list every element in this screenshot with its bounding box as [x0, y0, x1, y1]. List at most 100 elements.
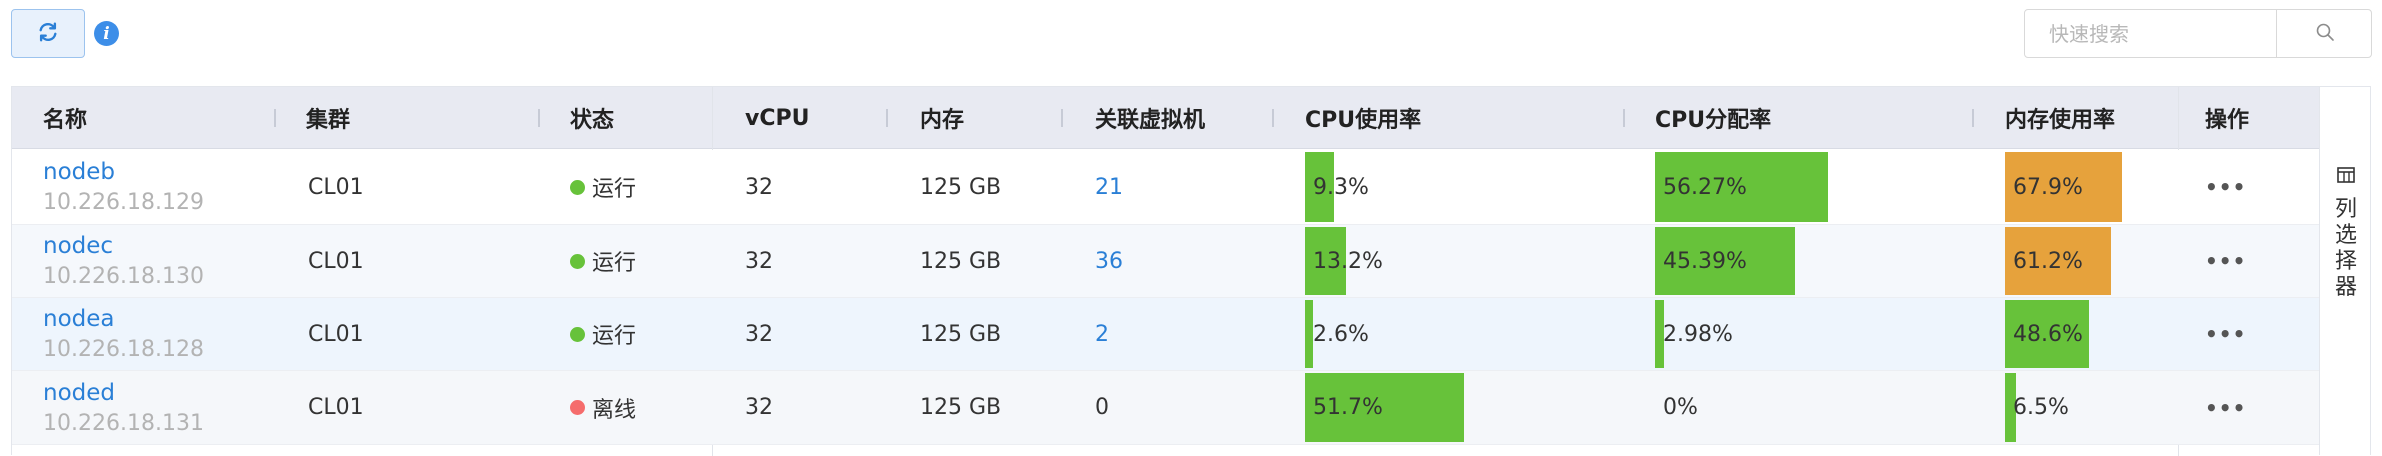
vcpu-cell: 32 — [745, 395, 773, 420]
host-ip: 10.226.18.128 — [43, 337, 204, 362]
column-resizer[interactable] — [1972, 109, 1974, 127]
cpu-usage-label: 9.3% — [1313, 174, 1369, 200]
host-ip: 10.226.18.129 — [43, 190, 204, 215]
host-ip: 10.226.18.130 — [43, 264, 204, 289]
column-header-memory-usage[interactable]: 内存使用率 — [2005, 87, 2115, 149]
cluster-cell: CL01 — [308, 321, 364, 347]
host-name-link[interactable]: noded — [43, 377, 115, 409]
status-label: 运行 — [592, 324, 637, 349]
column-header-cpu-usage[interactable]: CPU使用率 — [1305, 87, 1421, 149]
column-resizer[interactable] — [274, 109, 276, 127]
cpu-allocation-label: 0% — [1663, 395, 1698, 420]
memory-usage-label: 6.5% — [2013, 395, 2069, 420]
memory-cell: 125 GB — [920, 321, 1002, 347]
cpu-allocation-label: 56.27% — [1663, 174, 1747, 200]
column-selector-label: 列选择器 — [2334, 197, 2357, 300]
table-row[interactable]: nodec 10.226.18.130 CL01 运行 32 125 GB 36… — [12, 225, 2320, 298]
linked-vms-count[interactable]: 2 — [1095, 298, 1109, 370]
table-header: 名称 集群 状态 vCPU 内存 关联虚拟机 CPU使用率 CPU分配率 内存使… — [12, 87, 2320, 149]
memory-cell: 125 GB — [920, 395, 1002, 420]
memory-usage-cell: 67.9% — [2005, 150, 2178, 224]
search-button[interactable] — [2276, 10, 2372, 57]
cluster-cell: CL01 — [308, 248, 364, 274]
column-header-cpu-allocation[interactable]: CPU分配率 — [1655, 87, 1771, 149]
table-row[interactable]: nodeb 10.226.18.129 CL01 运行 32 125 GB 21… — [12, 150, 2320, 225]
linked-vms-count[interactable]: 21 — [1095, 150, 1123, 224]
more-actions-icon[interactable]: ••• — [2205, 225, 2246, 297]
memory-usage-cell: 61.2% — [2005, 225, 2178, 297]
cpu-allocation-label: 45.39% — [1663, 248, 1747, 274]
status-dot — [570, 400, 585, 415]
host-name-cell: nodeb 10.226.18.129 — [43, 150, 204, 224]
column-header-name[interactable]: 名称 — [43, 87, 87, 149]
column-header-cluster[interactable]: 集群 — [306, 87, 350, 149]
column-resizer[interactable] — [1272, 109, 1274, 127]
status-label: 运行 — [592, 251, 637, 276]
status-dot — [570, 326, 585, 342]
search-input[interactable] — [2025, 10, 2275, 57]
refresh-icon — [37, 21, 59, 47]
cluster-cell: CL01 — [308, 174, 364, 200]
cpu-usage-label: 2.6% — [1313, 321, 1369, 347]
refresh-button[interactable] — [11, 9, 85, 58]
host-name-link[interactable]: nodec — [43, 230, 113, 262]
column-selector[interactable]: 列选择器 — [2319, 86, 2371, 455]
status-cell: 运行 — [570, 150, 636, 224]
vcpu-cell: 32 — [745, 174, 773, 200]
column-resizer[interactable] — [1623, 109, 1625, 127]
linked-vms-count: 0 — [1095, 395, 1109, 420]
cpu-usage-bar — [1305, 300, 1313, 368]
cpu-usage-cell: 13.2% — [1305, 225, 1613, 297]
status-label: 离线 — [592, 397, 637, 423]
cpu-usage-label: 51.7% — [1313, 395, 1383, 420]
memory-usage-label: 67.9% — [2013, 174, 2083, 200]
table-row[interactable]: noded 10.226.18.131 CL01 离线 32 125 GB 0 … — [12, 371, 2320, 445]
memory-usage-label: 48.6% — [2013, 321, 2083, 347]
cluster-cell: CL01 — [308, 395, 364, 420]
table-row[interactable]: nodea 10.226.18.128 CL01 运行 32 125 GB 2 … — [12, 298, 2320, 371]
memory-usage-cell: 6.5% — [2005, 371, 2178, 444]
host-ip: 10.226.18.131 — [43, 410, 204, 436]
vcpu-cell: 32 — [745, 248, 773, 274]
toolbar: i — [0, 0, 2382, 80]
column-header-linked-vms[interactable]: 关联虚拟机 — [1095, 87, 1205, 149]
memory-cell: 125 GB — [920, 248, 1002, 274]
status-dot — [570, 253, 585, 269]
cpu-allocation-label: 2.98% — [1663, 321, 1733, 347]
column-resizer[interactable] — [886, 109, 888, 127]
column-header-memory[interactable]: 内存 — [920, 87, 964, 149]
host-name-cell: nodec 10.226.18.130 — [43, 225, 204, 297]
cpu-usage-cell: 9.3% — [1305, 150, 1613, 224]
host-name-cell: noded 10.226.18.131 — [43, 371, 204, 444]
more-actions-icon[interactable]: ••• — [2205, 371, 2246, 444]
memory-usage-cell: 48.6% — [2005, 298, 2178, 370]
columns-icon — [2337, 167, 2355, 187]
info-icon[interactable]: i — [94, 21, 119, 46]
cpu-usage-label: 13.2% — [1313, 248, 1383, 274]
search-icon — [2315, 22, 2335, 46]
column-header-actions: 操作 — [2205, 108, 2250, 133]
host-name-cell: nodea 10.226.18.128 — [43, 298, 204, 370]
host-name-link[interactable]: nodeb — [43, 156, 115, 188]
host-name-link[interactable]: nodea — [43, 303, 115, 335]
memory-usage-label: 61.2% — [2013, 248, 2083, 274]
status-cell: 运行 — [570, 225, 636, 297]
cpu-allocation-cell: 0% — [1655, 371, 1963, 444]
cpu-usage-cell: 51.7% — [1305, 371, 1613, 444]
vcpu-cell: 32 — [745, 321, 773, 347]
cpu-allocation-cell: 2.98% — [1655, 298, 1963, 370]
column-resizer[interactable] — [538, 109, 540, 127]
column-resizer[interactable] — [1061, 109, 1063, 127]
host-table: 名称 集群 状态 vCPU 内存 关联虚拟机 CPU使用率 CPU分配率 内存使… — [11, 86, 2320, 456]
column-header-status[interactable]: 状态 — [570, 87, 614, 149]
search-box — [2024, 9, 2372, 58]
cpu-allocation-cell: 45.39% — [1655, 225, 1963, 297]
linked-vms-count[interactable]: 36 — [1095, 225, 1123, 297]
status-cell: 离线 — [570, 371, 636, 444]
status-cell: 运行 — [570, 298, 636, 370]
status-label: 运行 — [592, 177, 637, 202]
more-actions-icon[interactable]: ••• — [2205, 298, 2246, 370]
column-header-vcpu[interactable]: vCPU — [745, 87, 809, 149]
more-actions-icon[interactable]: ••• — [2205, 150, 2246, 224]
cpu-allocation-cell: 56.27% — [1655, 150, 1963, 224]
